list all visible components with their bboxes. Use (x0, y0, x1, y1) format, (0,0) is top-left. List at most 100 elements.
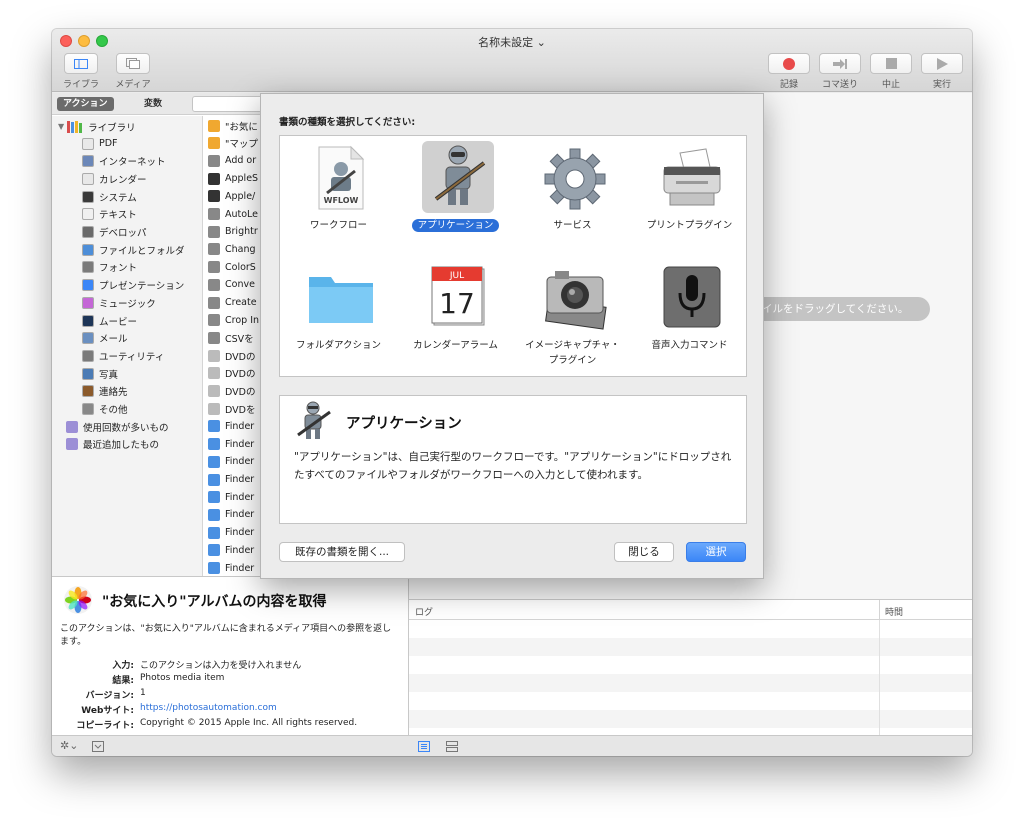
action-icon (208, 119, 220, 132)
category-label: メール (99, 334, 128, 346)
action-item[interactable]: DVDの (208, 383, 255, 400)
category-icon (82, 208, 94, 221)
action-item[interactable]: DVDを (208, 400, 255, 417)
action-item[interactable]: Add or (208, 152, 256, 169)
action-item[interactable]: Finder (208, 471, 254, 488)
action-item[interactable]: Finder (208, 453, 254, 470)
run-label: 実行 (932, 80, 951, 90)
action-icon (208, 296, 220, 309)
run-button[interactable] (921, 53, 963, 74)
category-icon (82, 172, 94, 185)
split-view-icon[interactable] (446, 741, 458, 752)
step-button[interactable] (819, 53, 861, 74)
action-item[interactable]: Create (208, 294, 257, 311)
doc-type-dictation-command[interactable]: 音声入力コマンド (631, 256, 748, 376)
doc-type-label: ワークフロー (309, 220, 367, 231)
category-item[interactable]: PDF (82, 135, 118, 152)
disclosure-triangle-icon[interactable]: ▼ (58, 122, 64, 131)
action-item[interactable]: Chang (208, 241, 256, 258)
category-item[interactable]: プレゼンテーション (82, 277, 184, 294)
category-item[interactable]: テキスト (82, 206, 137, 223)
category-list: ▼ ライブラリ PDF インターネット カレンダー システム テキスト デベロッパ ファイル… (52, 116, 203, 576)
tab-variables[interactable]: 変数 (138, 97, 168, 111)
action-item[interactable]: DVDの (208, 365, 255, 382)
doc-type-label: フォルダアクション (295, 340, 382, 351)
action-item[interactable]: Conve (208, 276, 255, 293)
category-item[interactable]: システム (82, 188, 137, 205)
gear-menu-icon[interactable]: ✲⌄ (60, 739, 78, 752)
website-link[interactable]: https://photosautomation.com (140, 703, 277, 713)
action-title: "お気に入り"アルバムの内容を取得 (102, 594, 327, 610)
library-icon (74, 58, 88, 69)
action-label: Crop In (225, 314, 260, 326)
action-icon (208, 544, 220, 557)
list-view-icon[interactable] (418, 741, 430, 752)
category-item[interactable]: カレンダー (82, 170, 147, 187)
category-label: フォント (99, 263, 138, 275)
doc-type-application[interactable]: アプリケーション (397, 136, 514, 256)
info-value: Photos media item (140, 673, 225, 683)
folder-icon (309, 277, 373, 323)
stop-button[interactable] (870, 53, 912, 74)
category-label: ミュージック (99, 298, 156, 310)
library-root[interactable]: ▼ ライブラリ (58, 118, 136, 135)
action-item[interactable]: Crop In (208, 312, 259, 329)
category-item[interactable]: 写真 (82, 365, 118, 382)
action-item[interactable]: Finder (208, 436, 254, 453)
category-item[interactable]: その他 (82, 401, 128, 418)
action-item[interactable]: AppleS (208, 170, 258, 187)
action-item[interactable]: ColorS (208, 259, 256, 276)
category-item[interactable]: ユーティリティ (82, 347, 164, 364)
category-item[interactable]: ムービー (82, 312, 137, 329)
action-icon (208, 455, 220, 468)
action-item[interactable]: Finder (208, 542, 254, 559)
log-row (409, 674, 972, 692)
detail-text: "アプリケーション"は、自己実行型のワークフローです。"アプリケーション"にドロ… (294, 451, 732, 481)
smart-group-item[interactable]: 最近追加したもの (66, 436, 159, 453)
category-item[interactable]: インターネット (82, 153, 166, 170)
category-item[interactable]: デベロッパ (82, 224, 147, 241)
window-title[interactable]: 名称未設定 ⌄ (52, 34, 972, 50)
choose-button[interactable]: 選択 (686, 542, 746, 562)
doc-type-service[interactable]: サービス (514, 136, 631, 256)
action-item[interactable]: AutoLe (208, 206, 258, 223)
action-label: Finder (225, 438, 255, 450)
info-value: このアクションは入力を受け入れません (140, 661, 302, 671)
time-column-header[interactable]: 時間 (885, 605, 903, 618)
category-item[interactable]: 連絡先 (82, 383, 128, 400)
action-item[interactable]: Finder (208, 524, 254, 541)
library-toggle-button[interactable] (64, 53, 98, 74)
record-button[interactable] (768, 53, 810, 74)
category-item[interactable]: ファイルとフォルダ (82, 241, 185, 258)
show-description-icon[interactable] (92, 741, 104, 752)
doc-type-calendar-alarm[interactable]: JUL 17 カレンダーアラーム (397, 256, 514, 376)
category-label: ユーティリティ (99, 351, 165, 363)
close-button[interactable]: 閉じる (614, 542, 674, 562)
doc-type-image-capture-plugin[interactable]: イメージキャプチャ・プラグイン (514, 256, 631, 376)
action-item[interactable]: Finder (208, 506, 254, 523)
action-item[interactable]: CSVを (208, 329, 254, 346)
media-button[interactable] (116, 53, 150, 74)
action-item[interactable]: "マップ (208, 135, 258, 152)
action-item[interactable]: "お気に (208, 117, 258, 134)
open-existing-button[interactable]: 既存の書類を開く... (279, 542, 405, 562)
category-item[interactable]: フォント (82, 259, 137, 276)
log-column-header[interactable]: ログ (415, 605, 433, 618)
action-item[interactable]: Finder (208, 418, 254, 435)
doc-type-print-plugin[interactable]: プリントプラグイン (631, 136, 748, 256)
action-item[interactable]: Apple/ (208, 188, 255, 205)
doc-type-workflow[interactable]: WFLOW ワークフロー (280, 136, 397, 256)
action-item[interactable]: Finder (208, 560, 254, 577)
category-icon (82, 243, 94, 256)
category-item[interactable]: ミュージック (82, 294, 156, 311)
action-item[interactable]: DVDの (208, 347, 255, 364)
category-item[interactable]: メール (82, 330, 128, 347)
action-label: AutoLe (225, 208, 259, 220)
action-item[interactable]: Finder (208, 489, 254, 506)
action-item[interactable]: Brightr (208, 223, 258, 240)
action-label: "マップ (225, 139, 258, 151)
tab-actions[interactable]: アクション (57, 97, 114, 111)
doc-type-folder-action[interactable]: フォルダアクション (280, 256, 397, 376)
action-icon (208, 349, 220, 362)
smart-group-item[interactable]: 使用回数が多いもの (66, 418, 169, 435)
